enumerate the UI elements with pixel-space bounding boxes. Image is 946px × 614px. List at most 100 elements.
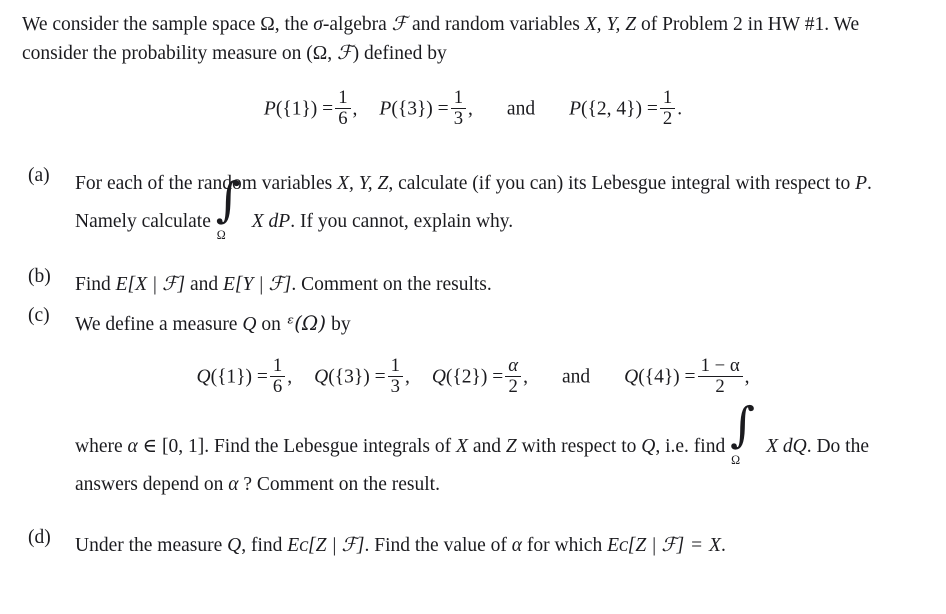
item-c-text-3: by	[326, 314, 351, 335]
fraction-alpha-half: α2	[505, 355, 522, 397]
and-conjunction-q: and	[561, 366, 591, 388]
item-a-p-symbol: P	[855, 173, 868, 194]
item-b-text-2: and	[185, 274, 223, 295]
denominator: 2	[697, 376, 743, 397]
integral-icon: ∫ Ω	[216, 176, 242, 241]
where-x-symbol: X	[456, 436, 468, 457]
item-b-body: Find E[X | ℱ] and E[Y | ℱ]. Comment on t…	[75, 266, 928, 304]
equation-probability-measure: P({1}) = 1 6, P({3}) = 1 3, and P({2, 4}) = 1 2.	[0, 87, 946, 129]
q-symbol-1: Q	[196, 366, 211, 388]
item-b-expr-ey: E[Y | ℱ]	[223, 274, 292, 295]
integral-lower-limit: Ω	[731, 452, 741, 467]
problem-item-b: (b) Find E[X | ℱ] and E[Y | ℱ]. Comment …	[28, 266, 928, 304]
period-1: .	[677, 98, 683, 120]
numerator: 1	[662, 87, 673, 108]
denominator: 3	[450, 108, 467, 129]
item-c-q-symbol: Q	[242, 314, 257, 335]
integral-lower-limit: Ω	[216, 227, 226, 242]
q-symbol-2: Q	[314, 366, 329, 388]
numerator: 1	[338, 87, 348, 108]
numerator: 1	[272, 355, 283, 376]
item-c-text-2: on	[256, 314, 286, 335]
alpha-symbol-1: α	[127, 436, 138, 457]
comma-q4: ,	[744, 366, 750, 388]
comma-q1: ,	[287, 366, 293, 388]
intro-text-6: ,	[327, 42, 338, 64]
q-set-1: ({1}) =	[210, 366, 268, 388]
item-b-text-3: . Comment on the results.	[291, 274, 492, 295]
item-marker-c: (c)	[28, 305, 50, 326]
problem-item-c: (c) We define a measure Q on ᵋ(Ω) by	[28, 305, 928, 344]
fraction-one-sixth: 16	[335, 87, 351, 129]
integral-icon-2: ∫ Ω	[730, 401, 756, 466]
where-z-symbol: Z	[505, 436, 517, 457]
integral-glyph: ∫	[215, 172, 241, 228]
item-c-body: We define a measure Q on ᵋ(Ω) by	[75, 305, 928, 344]
item-d-x-symbol: X	[709, 535, 721, 556]
item-d-body: Under the measure Q, find Eᴄ[Z | ℱ] . Fin…	[75, 527, 928, 565]
item-a-body: For each of the random variables X, Y, Z…	[75, 165, 928, 242]
item-d-expr-2: Eᴄ[Z | ℱ]	[607, 535, 685, 556]
where-text-3: and	[467, 436, 506, 457]
fraction-one-half: 12	[659, 87, 676, 129]
numerator: 1	[453, 87, 464, 108]
equation-measure-q: Q({1}) = 1 6, Q({3}) = 1 3, Q({2}) = α 2, and Q({4…	[0, 355, 946, 397]
item-d-text-3: . Find the value of	[364, 535, 512, 556]
item-marker-b: (b)	[28, 266, 51, 287]
random-variables-list: X, Y, Z	[584, 14, 637, 35]
denominator: 6	[335, 108, 351, 129]
item-d-text-4: for which	[522, 535, 608, 556]
p-set-24: ({2, 4}) =	[581, 98, 658, 120]
q-symbol-4: Q	[624, 366, 639, 388]
item-d-text-2: , find	[241, 535, 288, 556]
numerator: 1	[390, 355, 400, 376]
intro-paragraph: We consider the sample space Ω, the σ-al…	[22, 10, 924, 67]
and-conjunction-p: and	[506, 98, 536, 120]
item-d-q-symbol: Q	[227, 535, 242, 556]
item-d-text-6: .	[720, 535, 726, 556]
item-marker-d: (d)	[28, 527, 51, 548]
item-marker-a: (a)	[28, 165, 50, 186]
item-b-expr-ex: E[X | ℱ]	[115, 274, 186, 295]
denominator: 6	[269, 376, 286, 397]
item-a-text-1: For each of the random variables	[75, 173, 338, 194]
omega-symbol-2: Ω	[312, 42, 328, 64]
omega-symbol: Ω	[260, 14, 275, 35]
item-a-text-4: . If you cannot, explain why.	[290, 211, 514, 233]
q-symbol-3: Q	[431, 366, 446, 388]
intro-text-7: ) defined by	[352, 42, 447, 64]
equals-sign: =	[686, 535, 708, 556]
p-symbol-2: P	[379, 98, 392, 120]
comma-q3: ,	[523, 366, 528, 388]
comma-q2: ,	[404, 366, 410, 388]
numerator: 1 − α	[700, 355, 740, 376]
item-a-text-2: , calculate (if you can) its Lebesgue in…	[388, 173, 856, 194]
document-page: We consider the sample space Ω, the σ-al…	[0, 0, 946, 614]
where-integrand: X dQ	[766, 436, 807, 457]
denominator: 2	[505, 376, 522, 397]
script-f-symbol-2: ℱ	[337, 40, 353, 64]
p-set-1: ({1}) =	[275, 98, 334, 120]
alpha-symbol-2: α	[228, 474, 239, 496]
item-c-text-1: We define a measure	[75, 314, 243, 335]
item-d-text-1: Under the measure	[75, 535, 228, 556]
numerator: α	[508, 355, 519, 376]
q-set-3: ({3}) =	[328, 366, 386, 388]
item-a-variables: X, Y, Z	[337, 173, 389, 194]
q-set-4: ({4}) =	[638, 366, 696, 388]
item-c-where-paragraph: where α ∈ [0, 1]. Find the Lebesgue inte…	[75, 401, 930, 504]
comma-2: ,	[468, 98, 473, 120]
fraction-q1: 16	[269, 355, 286, 397]
item-a-integrand: X dP	[251, 211, 291, 233]
script-f-symbol: ℱ	[391, 12, 408, 35]
fraction-one-third: 13	[450, 87, 467, 129]
alpha-symbol-3: α	[511, 535, 523, 556]
where-text-7: ? Comment on the result.	[238, 474, 440, 496]
intro-text-1: We consider the sample space	[22, 14, 261, 35]
comma-1: ,	[352, 98, 358, 120]
intro-text-4: and random variables	[407, 14, 585, 35]
integral-glyph: ∫	[730, 397, 755, 453]
where-q-symbol: Q	[641, 436, 656, 457]
where-text-1: where	[75, 436, 128, 457]
p-symbol-3: P	[569, 98, 581, 120]
